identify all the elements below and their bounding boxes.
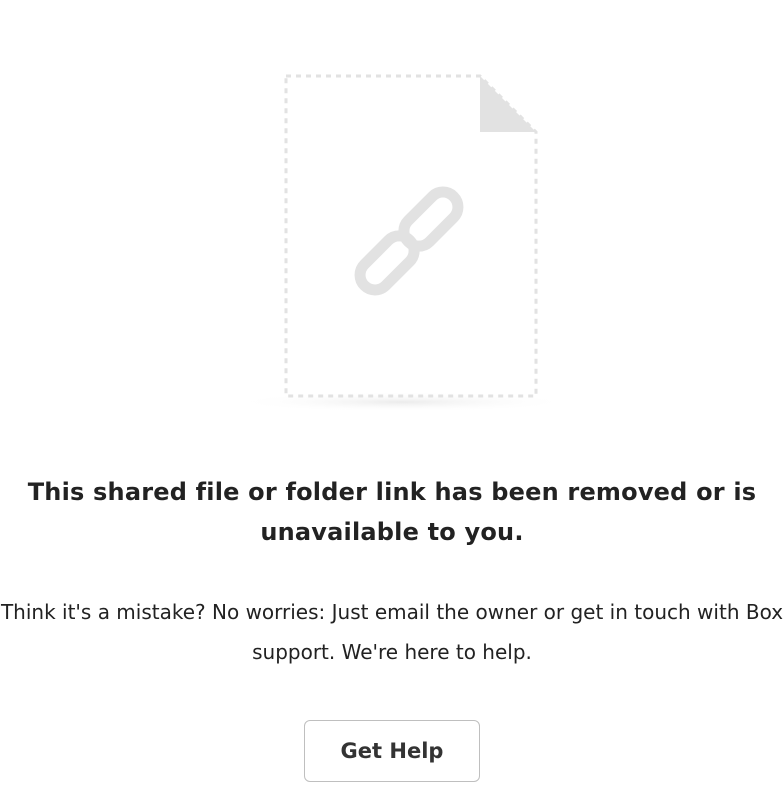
document-icon	[232, 74, 570, 412]
removed-file-illustration	[230, 60, 570, 420]
link-chain-icon	[354, 186, 464, 296]
get-help-button[interactable]: Get Help	[304, 720, 480, 782]
error-headline: This shared file or folder link has been…	[27, 478, 757, 546]
error-description: Think it's a mistake? No worries: Just e…	[0, 600, 784, 664]
document-folded-corner	[480, 76, 536, 132]
